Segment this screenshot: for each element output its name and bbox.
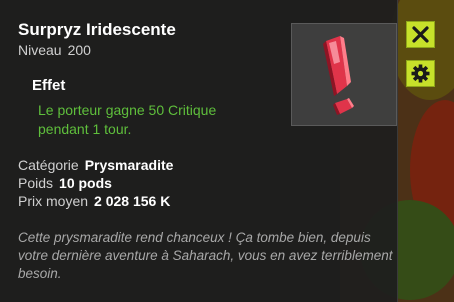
price-value: 2 028 156 K (94, 193, 171, 209)
category-label: Catégorie (18, 157, 79, 173)
price-row: Prix moyen 2 028 156 K (18, 193, 170, 209)
item-tooltip-panel: Surpryz Iridescente Niveau 200 Effet Le p… (0, 0, 398, 302)
weight-label: Poids (18, 175, 54, 191)
close-button[interactable] (406, 21, 435, 48)
category-row: Catégorie Prysmaradite (18, 157, 173, 173)
item-name: Surpryz Iridescente (18, 20, 176, 39)
price-label: Prix moyen (18, 193, 89, 209)
settings-button[interactable] (406, 60, 435, 87)
item-icon-frame (291, 23, 397, 126)
red-exclamation-gem-icon (323, 36, 354, 115)
effect-text: Le porteur gagne 50 Critique pendant 1 t… (38, 102, 217, 137)
item-level: Niveau 200 (18, 42, 91, 58)
close-icon (412, 26, 429, 43)
weight-value: 10 pods (59, 175, 112, 191)
gear-icon (411, 64, 430, 83)
level-value: 200 (67, 42, 91, 58)
category-value: Prysmaradite (84, 157, 174, 173)
level-label: Niveau (18, 42, 62, 58)
effect-title: Effet (32, 77, 66, 94)
item-description: Cette prysmaradite rend chanceux ! Ça to… (18, 230, 393, 281)
weight-row: Poids 10 pods (18, 175, 112, 191)
